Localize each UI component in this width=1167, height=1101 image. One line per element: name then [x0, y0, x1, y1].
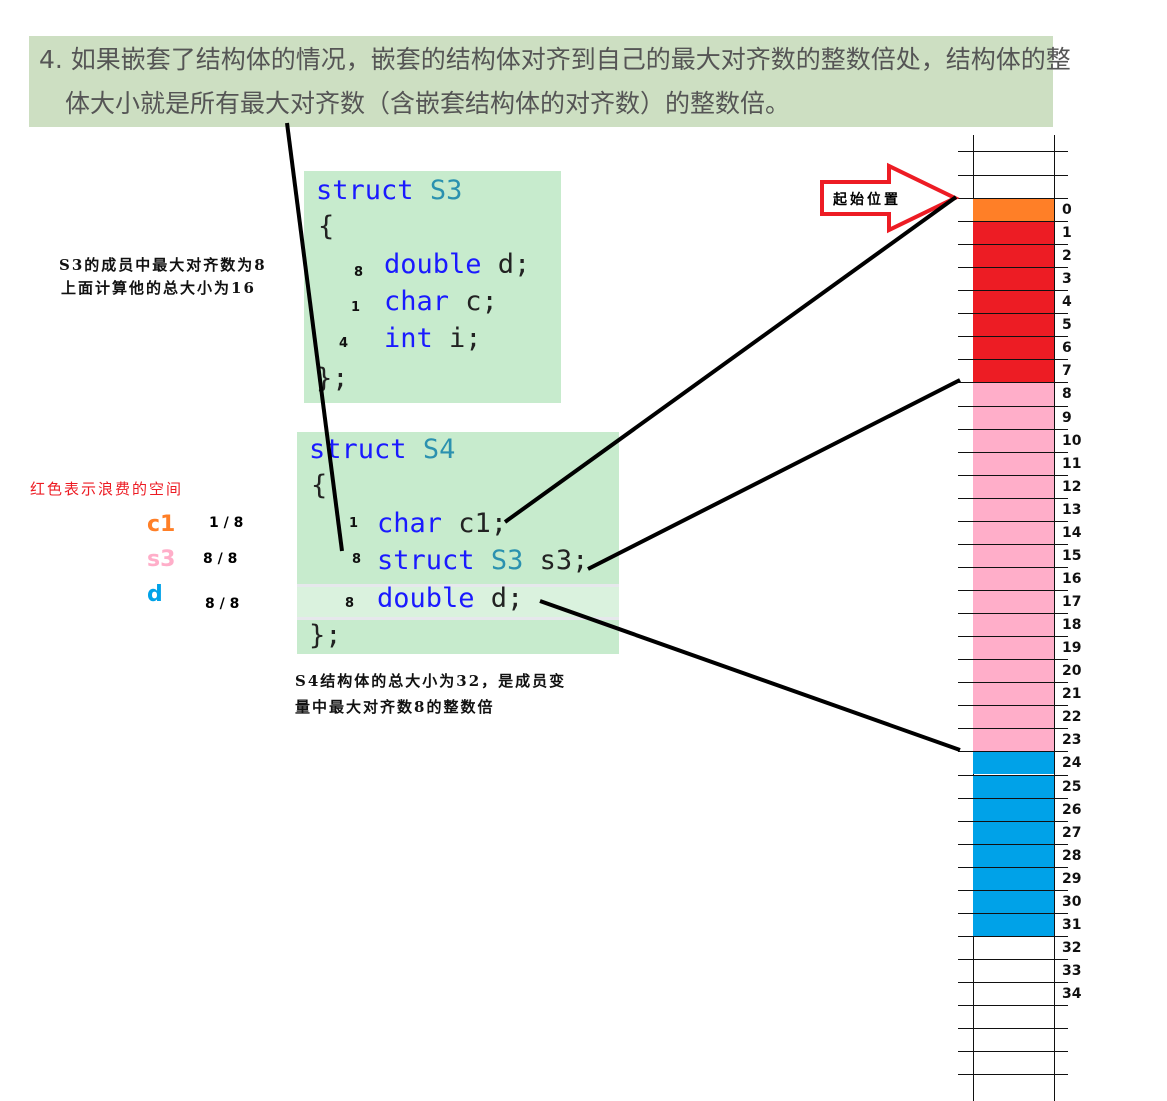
pointer-line: [285, 122, 344, 552]
overlay: [285, 122, 961, 752]
connector-c1: [503, 195, 958, 524]
connector-s3: [587, 378, 961, 571]
connector-d: [539, 599, 961, 752]
start-label: 起始位置: [833, 192, 901, 208]
